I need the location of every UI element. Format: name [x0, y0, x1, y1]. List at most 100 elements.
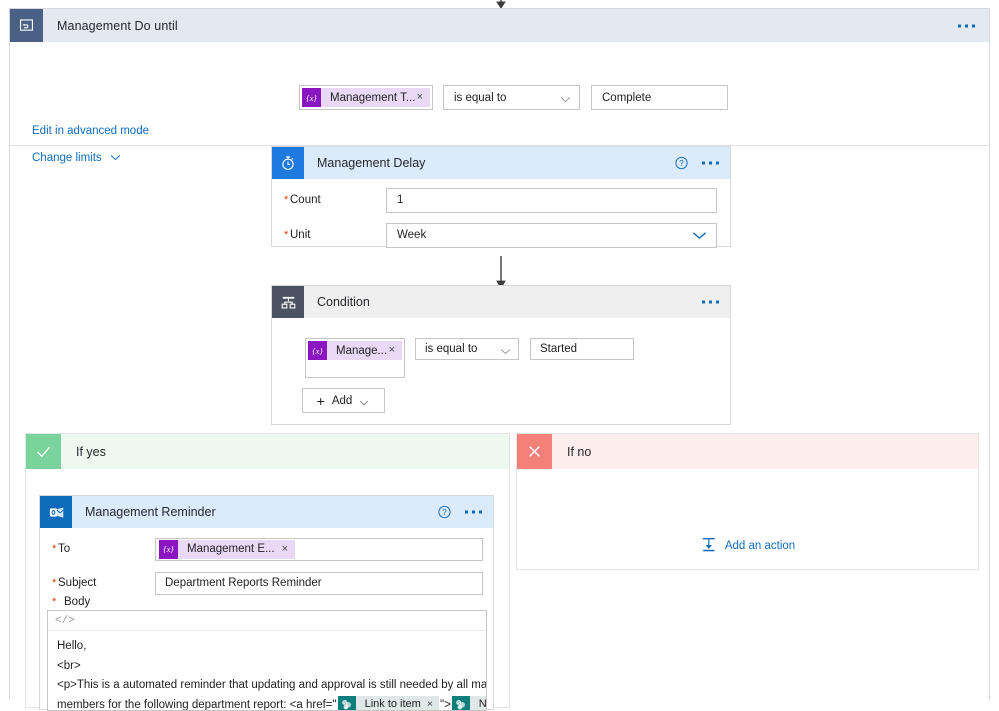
sharepoint-token-link-to-item[interactable]: SLink to item×	[338, 696, 439, 711]
condition-add-label: Add	[332, 395, 352, 407]
change-limits-link[interactable]: Change limits	[32, 152, 121, 164]
chevron-down-icon	[692, 231, 707, 240]
plus-icon: +	[317, 394, 325, 408]
variable-token-remove-icon[interactable]: ×	[389, 345, 402, 356]
variable-token-icon: {x}	[159, 540, 178, 559]
mail-card-more-button[interactable]	[464, 505, 483, 520]
do-until-condition-row: {x} Management T... × is equal to Comple…	[299, 85, 728, 110]
do-until-more-button[interactable]	[956, 18, 977, 33]
delay-unit-row: * Unit Week	[272, 221, 730, 249]
body-line-2: <br>	[57, 657, 477, 677]
if-yes-title: If yes	[76, 445, 106, 459]
body-line-1: Hello,	[57, 637, 477, 657]
do-until-operator-value: is equal to	[454, 92, 506, 104]
do-until-value-input[interactable]: Complete	[591, 85, 728, 110]
required-asterisk: *	[52, 543, 56, 555]
chevron-down-icon	[359, 397, 370, 404]
variable-token-label: Manage...	[327, 345, 389, 357]
svg-text:S: S	[457, 701, 460, 706]
if-no-title: If no	[567, 445, 591, 459]
variable-token[interactable]: {x} Management E... ×	[159, 540, 295, 559]
condition-value-text: Started	[540, 343, 577, 355]
timer-icon	[272, 147, 304, 179]
condition-left-operand-field[interactable]: {x} Manage... ×	[305, 338, 405, 378]
variable-token[interactable]: {x} Manage... ×	[308, 341, 402, 360]
add-an-action-button[interactable]: Add an action	[700, 536, 795, 556]
condition-card-title: Condition	[317, 295, 370, 309]
if-yes-header[interactable]: If yes	[26, 434, 509, 469]
variable-token-label: Management T...	[321, 92, 417, 104]
delay-count-input[interactable]: 1	[386, 188, 717, 213]
body-line-4-text: members for the following department rep…	[57, 699, 337, 711]
flow-designer-canvas: Management Do until {x} Management T... …	[0, 0, 999, 707]
code-view-icon[interactable]: </>	[55, 615, 75, 627]
condition-operator-value: is equal to	[425, 343, 477, 355]
delay-card-header[interactable]: Management Delay ?	[272, 147, 730, 179]
svg-text:S: S	[343, 701, 346, 706]
variable-token-icon: {x}	[308, 341, 327, 360]
delay-count-label: * Count	[284, 194, 386, 206]
delay-unit-select[interactable]: Week	[386, 223, 717, 248]
condition-value-input[interactable]: Started	[530, 338, 634, 360]
mail-subject-value: Department Reports Reminder	[165, 577, 322, 589]
variable-token-remove-icon[interactable]: ×	[282, 544, 295, 555]
sharepoint-token-remove-icon[interactable]: ×	[427, 695, 439, 711]
sharepoint-icon: S	[338, 696, 356, 711]
mail-card-header[interactable]: Management Reminder ?	[40, 496, 493, 528]
sharepoint-token-name[interactable]: SName×	[452, 696, 487, 711]
mail-body-editor[interactable]: </> Hello, <br> <p>This is a automated r…	[47, 610, 487, 711]
do-until-value-text: Complete	[602, 92, 651, 104]
management-delay-card[interactable]: Management Delay ? * Count 1	[271, 146, 731, 247]
variable-token-label: Management E...	[178, 543, 282, 555]
condition-card-header[interactable]: Condition	[272, 286, 730, 318]
delay-unit-label-text: Unit	[290, 229, 310, 241]
condition-card-more-button[interactable]	[701, 295, 720, 310]
do-until-loop-icon	[10, 9, 43, 42]
sharepoint-token-label: Name	[470, 695, 487, 711]
svg-text:?: ?	[442, 508, 447, 517]
delay-unit-label: * Unit	[284, 229, 386, 241]
delay-card-more-button[interactable]	[701, 156, 720, 171]
delay-count-value: 1	[397, 194, 403, 206]
required-asterisk: *	[52, 596, 56, 608]
mail-body-toolbar: </>	[48, 611, 486, 631]
checkmark-icon	[26, 434, 61, 469]
delay-card-title: Management Delay	[317, 156, 425, 170]
mail-subject-row: * Subject Department Reports Reminder	[40, 570, 493, 596]
delay-unit-value: Week	[397, 229, 426, 241]
do-until-left-operand-field[interactable]: {x} Management T... ×	[299, 85, 433, 110]
condition-add-button[interactable]: + Add	[302, 388, 385, 413]
outlook-icon	[40, 496, 72, 528]
mail-subject-input[interactable]: Department Reports Reminder	[155, 572, 483, 595]
condition-card-actions	[701, 295, 720, 310]
do-until-title: Management Do until	[57, 19, 178, 33]
condition-card[interactable]: Condition {x} Manage... × is equal to	[271, 285, 731, 425]
body-line-3: <p>This is a automated reminder that upd…	[57, 676, 477, 696]
condition-branch-icon	[272, 286, 304, 318]
help-icon[interactable]: ?	[675, 157, 688, 170]
if-no-header[interactable]: If no	[517, 434, 978, 469]
delay-count-row: * Count 1	[272, 186, 730, 214]
required-asterisk: *	[52, 577, 56, 589]
management-reminder-card[interactable]: Management Reminder ? * To {x} Mana	[39, 495, 494, 710]
condition-expression-row: {x} Manage... × is equal to Started	[305, 338, 634, 378]
do-until-operator-select[interactable]: is equal to	[443, 85, 580, 110]
mail-subject-label-text: Subject	[58, 577, 96, 589]
if-no-branch: If no Add an action	[516, 433, 979, 570]
change-limits-label: Change limits	[32, 152, 102, 164]
variable-token[interactable]: {x} Management T... ×	[302, 88, 430, 107]
if-no-content: Add an action	[517, 469, 978, 569]
required-asterisk: *	[284, 194, 288, 206]
mail-to-input[interactable]: {x} Management E... ×	[155, 538, 483, 561]
mail-body-label: * Body	[58, 596, 90, 608]
edit-in-advanced-mode-link[interactable]: Edit in advanced mode	[32, 125, 149, 137]
help-icon[interactable]: ?	[438, 506, 451, 519]
mail-body-content[interactable]: Hello, <br> <p>This is a automated remin…	[48, 631, 486, 711]
condition-operator-select[interactable]: is equal to	[415, 338, 519, 360]
mail-card-actions: ?	[438, 505, 483, 520]
mail-to-label-text: To	[58, 543, 70, 555]
variable-token-remove-icon[interactable]: ×	[417, 92, 430, 103]
cross-icon	[517, 434, 552, 469]
do-until-header[interactable]: Management Do until	[10, 9, 989, 42]
delay-count-label-text: Count	[290, 194, 321, 206]
